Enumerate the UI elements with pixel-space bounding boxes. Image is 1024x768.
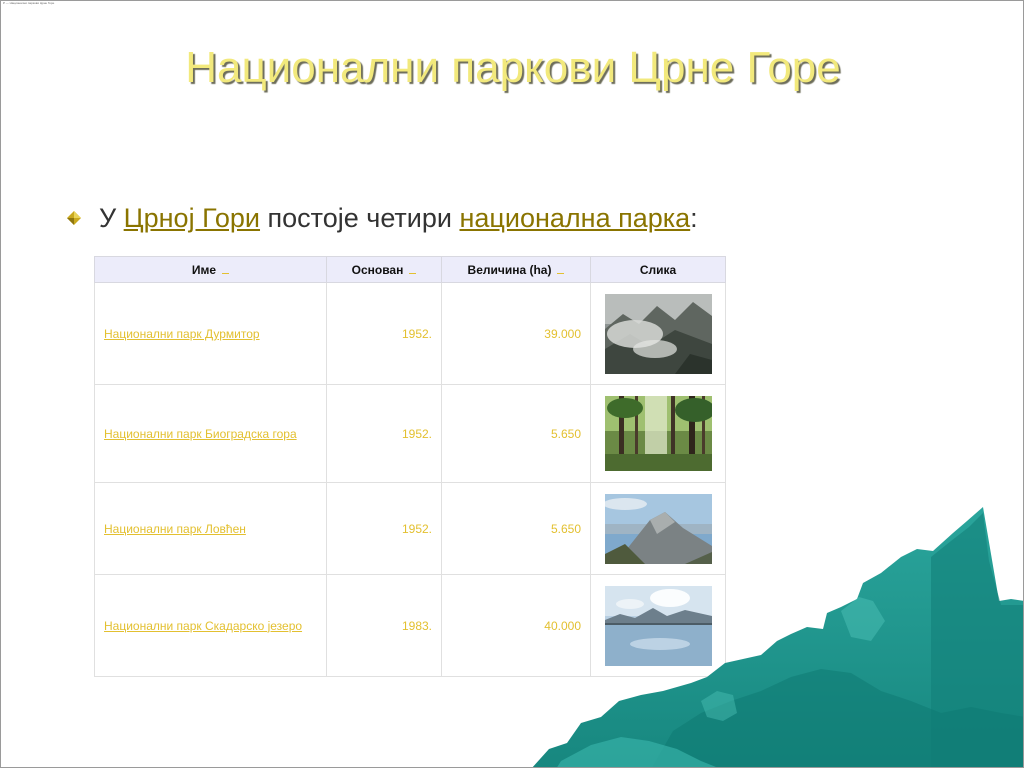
slide-caption: P — Национални паркови Црне Горе (3, 1, 55, 5)
header-founded[interactable]: Основан (326, 256, 442, 283)
park-name-cell: Национални парк Дурмитор (94, 282, 327, 385)
diamond-bullet-icon (67, 211, 81, 225)
photo-cell (590, 282, 726, 385)
park-link-skadar-lake[interactable]: Национални парк Скадарско језеро (104, 619, 302, 633)
park-link-durmitor[interactable]: Национални парк Дурмитор (104, 327, 260, 341)
table-row: Национални парк Ловћен 1952. 5.650 (94, 482, 726, 575)
skadar-lake-photo[interactable] (604, 585, 712, 666)
park-name-cell: Национални парк Ловћен (94, 482, 327, 575)
slide: P — Национални паркови Црне Горе Национа… (0, 0, 1024, 768)
header-image: Слика (590, 256, 726, 283)
sort-icon[interactable] (557, 272, 565, 274)
park-link-biogradska-gora[interactable]: Национални парк Биоградска гора (104, 427, 297, 441)
sort-icon[interactable] (409, 272, 417, 274)
header-size-label: Величина (ha) (467, 262, 552, 277)
founded-cell: 1952. (326, 384, 442, 483)
bullet-line: У Црној Гори постоје четири национална п… (67, 203, 698, 234)
size-cell: 5.650 (441, 482, 591, 575)
bullet-text-middle: постоје четири (260, 203, 460, 233)
photo-cell (590, 574, 726, 677)
header-founded-label: Основан (351, 262, 404, 277)
bullet-text-prefix: У (99, 203, 124, 233)
biogradska-forest-photo[interactable] (604, 396, 712, 471)
size-cell: 40.000 (441, 574, 591, 677)
link-crna-gora[interactable]: Црној Гори (124, 203, 260, 233)
slide-title: Национални паркови Црне Горе (185, 43, 841, 92)
lovcen-mountain-photo[interactable] (604, 493, 712, 564)
sort-icon[interactable] (222, 272, 230, 274)
founded-cell: 1983. (326, 574, 442, 677)
link-national-park[interactable]: национална парка (459, 203, 690, 233)
table-row: Национални парк Дурмитор 1952. 39.000 (94, 282, 726, 385)
header-name-label: Име (191, 262, 217, 277)
bullet-text-suffix: : (690, 203, 698, 233)
durmitor-photo[interactable] (604, 293, 712, 374)
founded-cell: 1952. (326, 282, 442, 385)
photo-cell (590, 384, 726, 483)
national-parks-table: Име Основан Величина (ha) Слика Национал… (94, 256, 726, 677)
table-row: Национални парк Скадарско језеро 1983. 4… (94, 574, 726, 677)
founded-cell: 1952. (326, 482, 442, 575)
photo-cell (590, 482, 726, 575)
header-image-label: Слика (639, 262, 677, 277)
park-name-cell: Национални парк Скадарско језеро (94, 574, 327, 677)
table-header-row: Име Основан Величина (ha) Слика (94, 256, 726, 283)
size-cell: 39.000 (441, 282, 591, 385)
header-size[interactable]: Величина (ha) (441, 256, 591, 283)
park-link-lovcen[interactable]: Национални парк Ловћен (104, 522, 246, 536)
size-cell: 5.650 (441, 384, 591, 483)
table-row: Национални парк Биоградска гора 1952. 5.… (94, 384, 726, 483)
park-name-cell: Национални парк Биоградска гора (94, 384, 327, 483)
header-name[interactable]: Име (94, 256, 327, 283)
